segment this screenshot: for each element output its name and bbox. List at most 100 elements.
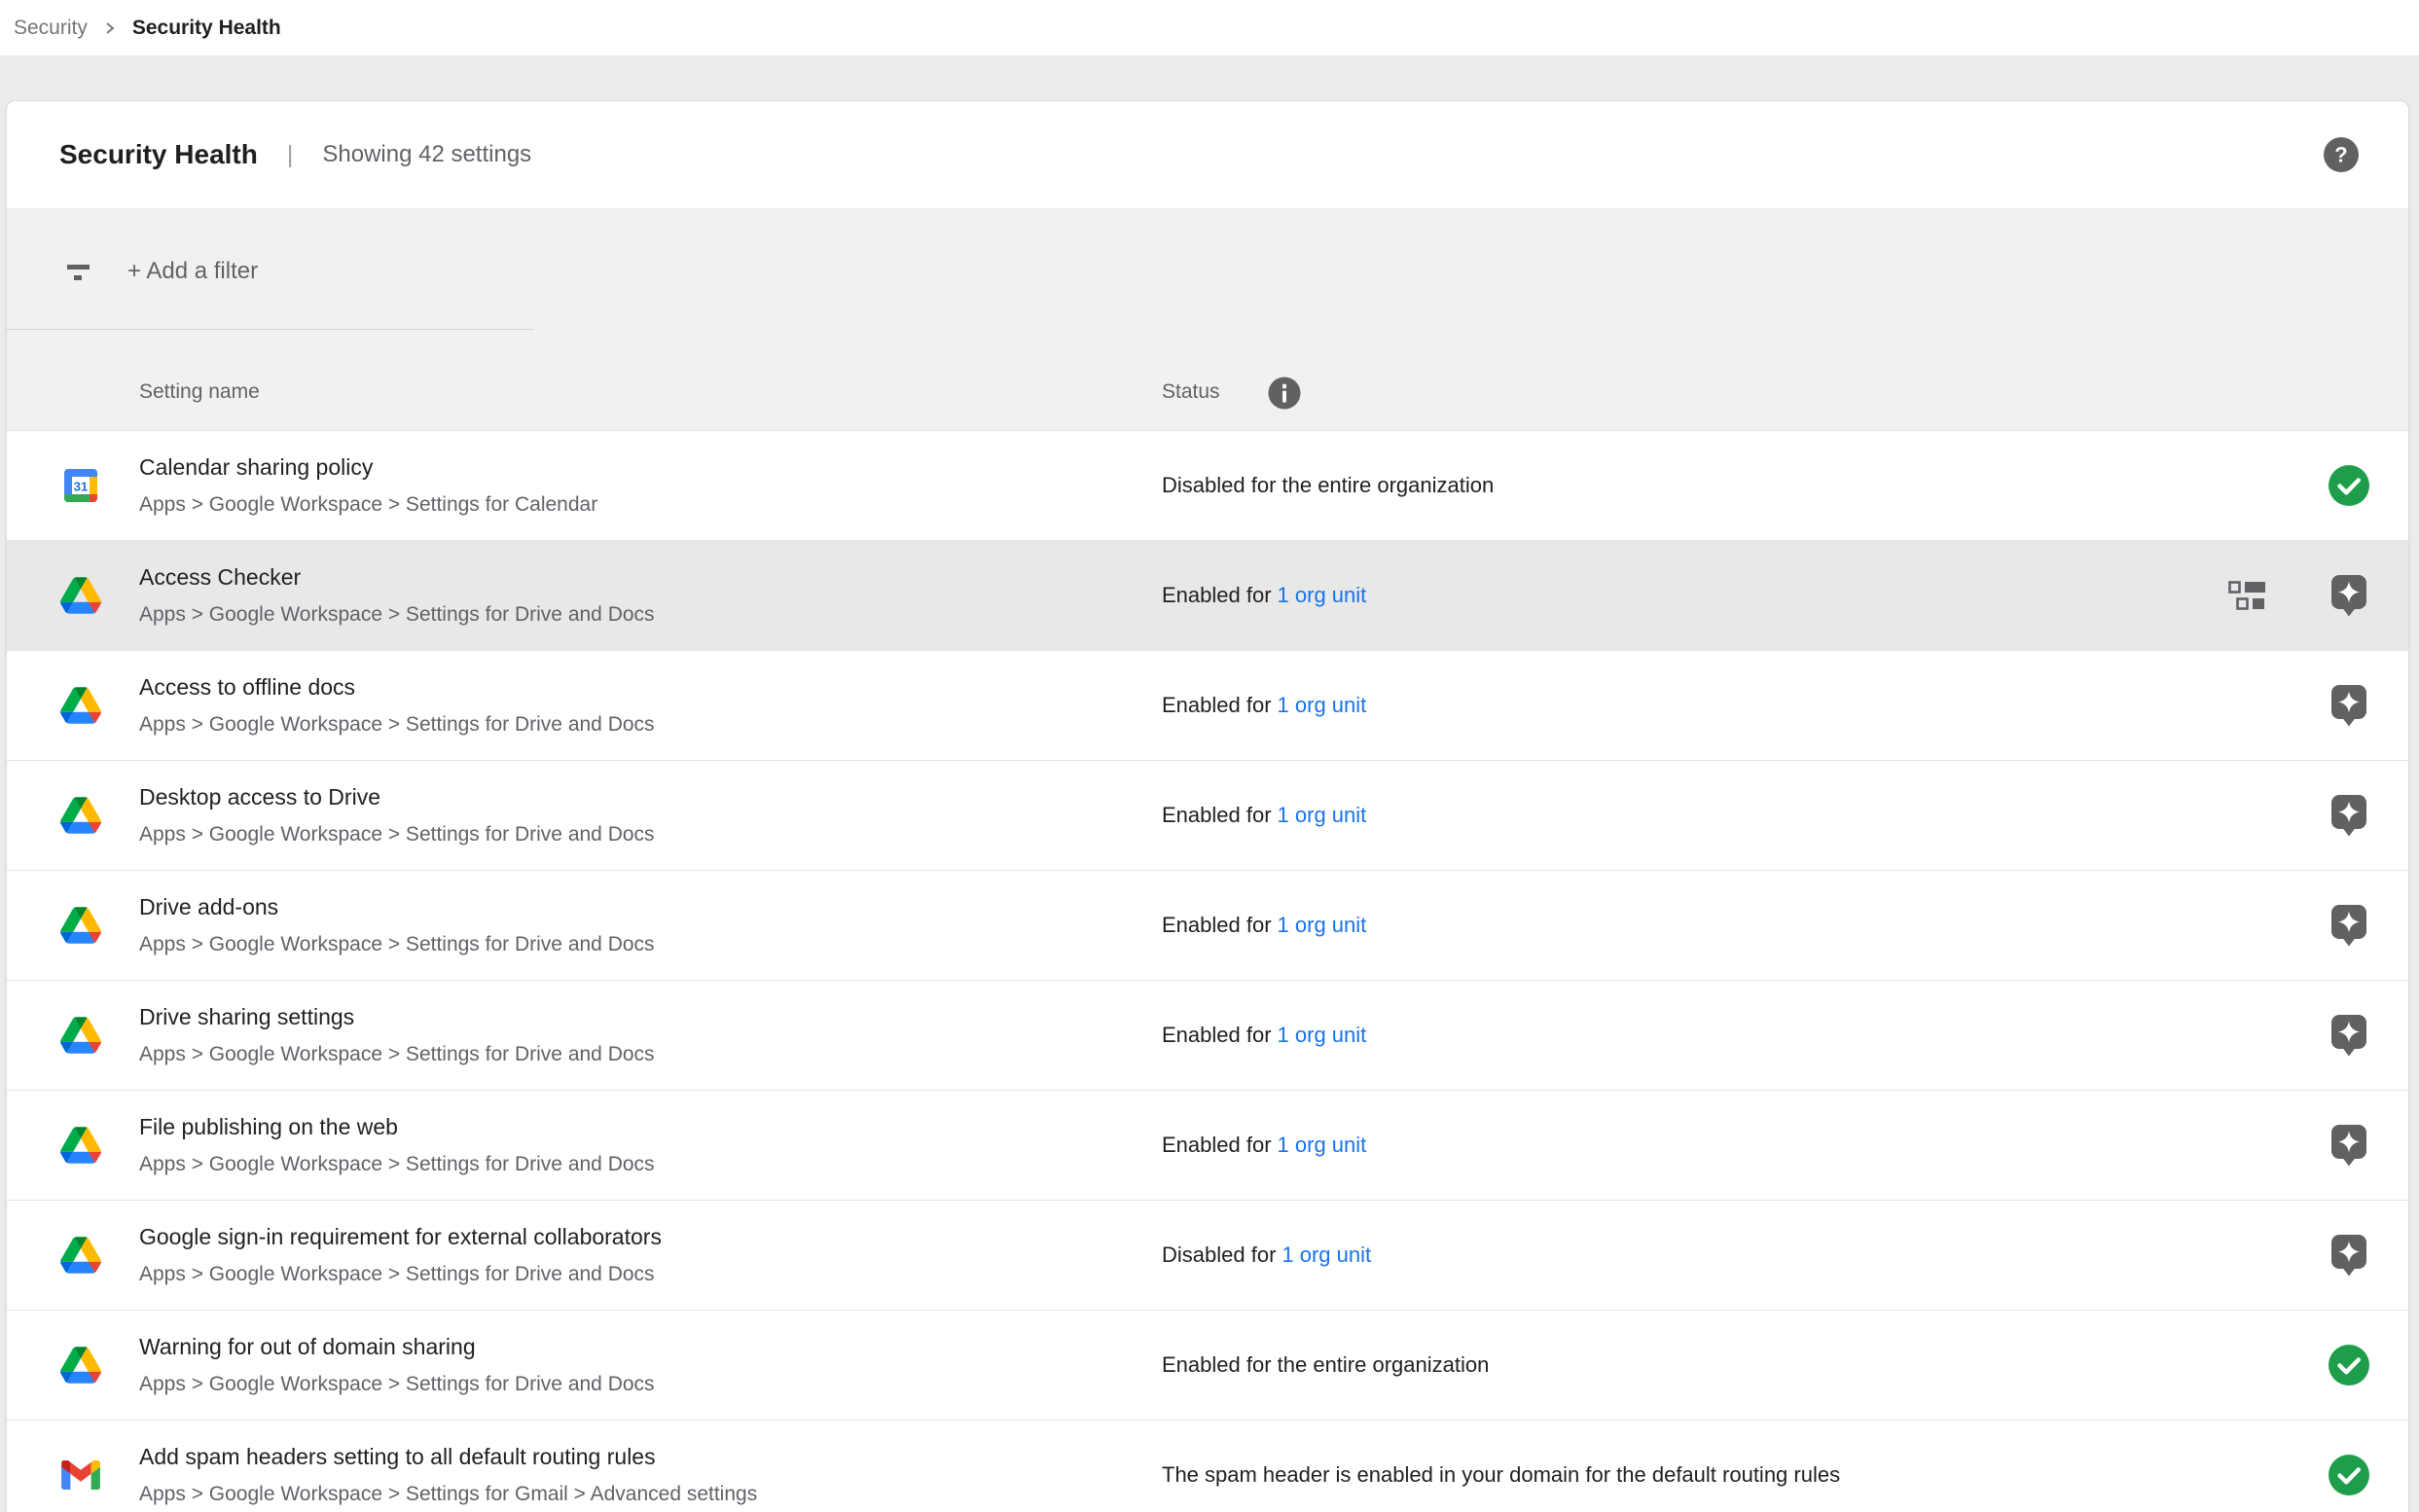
status-cell: Enabled for1 org unit (1162, 1023, 1366, 1048)
app-icon (59, 1014, 102, 1057)
filter-icon (61, 265, 94, 292)
org-unit-link[interactable]: 1 org unit (1278, 583, 1367, 607)
svg-text:?: ? (2334, 143, 2347, 167)
status-trailing-icon-slot (2327, 1343, 2371, 1387)
status-cell: Enabled for the entire organization (1162, 1352, 1489, 1378)
status-text: Disabled for (1162, 1242, 1276, 1267)
table-header: Setting name Status (7, 342, 2408, 430)
table-row[interactable]: Drive sharing settings Apps > Google Wor… (7, 980, 2408, 1090)
breadcrumb: Security Security Health (0, 0, 2419, 55)
status-text: Enabled for the entire organization (1162, 1352, 1489, 1377)
table-row[interactable]: 31 Calendar sharing policy Apps > Google… (7, 430, 2408, 540)
setting-path: Apps > Google Workspace > Settings for D… (139, 713, 655, 737)
status-trailing-icon-slot[interactable] (2327, 1233, 2371, 1278)
svg-text:31: 31 (74, 480, 88, 494)
status-cell: Enabled for1 org unit (1162, 693, 1366, 718)
page-title: Security Health (59, 139, 258, 170)
add-filter-button[interactable]: + Add a filter (127, 258, 258, 285)
app-icon (59, 684, 102, 727)
status-text: Enabled for (1162, 693, 1272, 717)
drive-app-icon (60, 1127, 101, 1164)
recommendation-badge-icon[interactable] (2330, 574, 2367, 617)
app-icon (59, 1454, 102, 1496)
table-row[interactable]: Access to offline docs Apps > Google Wor… (7, 650, 2408, 760)
org-unit-link[interactable]: 1 org unit (1282, 1242, 1371, 1267)
setting-title: Drive add-ons (139, 894, 655, 920)
setting-cell: Drive sharing settings Apps > Google Wor… (139, 1004, 655, 1066)
org-unit-link[interactable]: 1 org unit (1278, 1023, 1367, 1047)
table-row[interactable]: Drive add-ons Apps > Google Workspace > … (7, 870, 2408, 980)
status-text: Enabled for (1162, 1133, 1272, 1157)
setting-title: File publishing on the web (139, 1114, 655, 1140)
recommendation-badge-icon[interactable] (2330, 684, 2367, 727)
setting-title: Drive sharing settings (139, 1004, 655, 1030)
status-cell: Disabled for1 org unit (1162, 1242, 1371, 1268)
setting-path: Apps > Google Workspace > Settings for D… (139, 823, 655, 846)
setting-path: Apps > Google Workspace > Settings for G… (139, 1483, 757, 1506)
settings-count: Showing 42 settings (322, 141, 531, 168)
status-trailing-icon-slot[interactable] (2327, 903, 2371, 948)
recommendation-badge-icon[interactable] (2330, 1124, 2367, 1167)
app-icon (59, 574, 102, 617)
drive-app-icon (60, 907, 101, 944)
column-header-setting-name: Setting name (139, 380, 260, 404)
drive-app-icon (60, 1347, 101, 1384)
info-icon[interactable] (1268, 377, 1301, 410)
table-row[interactable]: Access Checker Apps > Google Workspace >… (7, 540, 2408, 650)
setting-path: Apps > Google Workspace > Settings for D… (139, 1043, 655, 1066)
setting-cell: Desktop access to Drive Apps > Google Wo… (139, 784, 655, 846)
help-icon[interactable]: ? (2323, 136, 2360, 173)
setting-title: Calendar sharing policy (139, 454, 597, 481)
setting-path: Apps > Google Workspace > Settings for C… (139, 493, 597, 517)
table-row[interactable]: Warning for out of domain sharing Apps >… (7, 1310, 2408, 1420)
status-text: Enabled for (1162, 913, 1272, 937)
status-trailing-icon-slot (2327, 1453, 2371, 1497)
status-trailing-icon-slot[interactable] (2327, 573, 2371, 618)
table-row[interactable]: Add spam headers setting to all default … (7, 1420, 2408, 1512)
status-trailing-icon-slot[interactable] (2327, 1123, 2371, 1168)
status-ok-check-icon (2328, 1344, 2370, 1386)
status-cell: Enabled for1 org unit (1162, 583, 1366, 608)
org-unit-link[interactable]: 1 org unit (1278, 1133, 1367, 1157)
security-health-card: Security Health | Showing 42 settings ? … (6, 100, 2409, 1512)
org-unit-link[interactable]: 1 org unit (1278, 693, 1367, 717)
recommendation-badge-icon[interactable] (2330, 794, 2367, 837)
recommendation-badge-icon[interactable] (2330, 1234, 2367, 1277)
table-row[interactable]: Desktop access to Drive Apps > Google Wo… (7, 760, 2408, 870)
org-unit-link[interactable]: 1 org unit (1278, 913, 1367, 937)
recommendation-badge-icon[interactable] (2330, 1014, 2367, 1057)
status-cell: Enabled for1 org unit (1162, 1133, 1366, 1158)
status-trailing-icon-slot[interactable] (2327, 683, 2371, 728)
table-row[interactable]: File publishing on the web Apps > Google… (7, 1090, 2408, 1200)
security-health-page: Security Security Health Security Health… (0, 0, 2419, 1512)
status-ok-check-icon (2328, 464, 2370, 507)
status-cell: The spam header is enabled in your domai… (1162, 1462, 1840, 1488)
setting-title: Access to offline docs (139, 674, 655, 701)
status-text: The spam header is enabled in your domai… (1162, 1462, 1840, 1487)
status-cell: Enabled for1 org unit (1162, 803, 1366, 828)
setting-path: Apps > Google Workspace > Settings for D… (139, 1373, 655, 1396)
status-trailing-icon-slot[interactable] (2327, 793, 2371, 838)
setting-cell: Warning for out of domain sharing Apps >… (139, 1334, 655, 1396)
settings-table-body: 31 Calendar sharing policy Apps > Google… (7, 430, 2408, 1512)
setting-cell: Access to offline docs Apps > Google Wor… (139, 674, 655, 737)
breadcrumb-security-link[interactable]: Security (14, 17, 88, 40)
drive-app-icon (60, 797, 101, 834)
setting-cell: File publishing on the web Apps > Google… (139, 1114, 655, 1176)
app-icon (59, 794, 102, 837)
status-text: Enabled for (1162, 583, 1272, 607)
drive-app-icon (60, 1017, 101, 1054)
table-row[interactable]: Google sign-in requirement for external … (7, 1200, 2408, 1310)
recommendation-badge-icon[interactable] (2330, 904, 2367, 947)
status-trailing-icon-slot[interactable] (2327, 1013, 2371, 1058)
setting-cell: Access Checker Apps > Google Workspace >… (139, 564, 655, 627)
breadcrumb-current-page: Security Health (132, 17, 281, 40)
setting-path: Apps > Google Workspace > Settings for D… (139, 933, 655, 956)
title-separator: | (287, 141, 294, 169)
setting-title: Desktop access to Drive (139, 784, 655, 810)
setting-title: Warning for out of domain sharing (139, 1334, 655, 1360)
org-unit-icon-slot (2228, 581, 2267, 610)
card-header: Security Health | Showing 42 settings ? (7, 101, 2408, 208)
org-unit-link[interactable]: 1 org unit (1278, 803, 1367, 827)
setting-cell: Drive add-ons Apps > Google Workspace > … (139, 894, 655, 956)
